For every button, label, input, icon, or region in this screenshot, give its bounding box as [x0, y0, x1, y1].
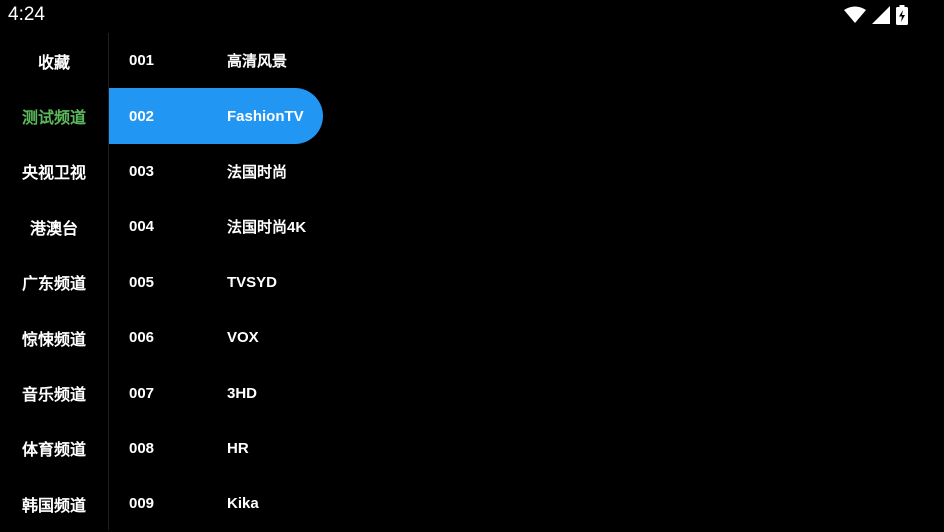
- channel-name: 3HD: [227, 384, 258, 402]
- channel-name: 法国时尚: [227, 163, 288, 181]
- status-icons: [844, 5, 908, 25]
- battery-charging-icon: [896, 5, 908, 25]
- channel-name: FashionTV: [227, 107, 304, 125]
- category-item-guangdong[interactable]: 广东频道: [0, 255, 108, 310]
- channel-number: 001: [129, 52, 155, 70]
- channel-number: 008: [129, 439, 155, 457]
- channel-number: 005: [129, 273, 155, 291]
- category-list: 收藏 测试频道 央视卫视 港澳台 广东频道 惊悚频道 音乐频道 体育频道 韩国频…: [0, 33, 108, 530]
- category-item-music[interactable]: 音乐频道: [0, 365, 108, 420]
- category-item-cctv-satellite[interactable]: 央视卫视: [0, 144, 108, 199]
- channel-name: Kika: [227, 495, 259, 513]
- channel-row[interactable]: 004 法国时尚4K: [109, 199, 323, 254]
- channel-list: 001 高清风景 002 FashionTV 003 法国时尚 004 法国时尚…: [109, 33, 369, 530]
- channel-name: VOX: [227, 329, 259, 347]
- status-bar: 4:24: [0, 0, 944, 32]
- cellular-signal-icon: [872, 6, 890, 24]
- category-item-sports[interactable]: 体育频道: [0, 421, 108, 476]
- channel-row[interactable]: 009 Kika: [109, 476, 323, 531]
- category-item-thriller[interactable]: 惊悚频道: [0, 310, 108, 365]
- channel-number: 007: [129, 384, 155, 402]
- channel-number: 004: [129, 218, 155, 236]
- channel-number: 002: [129, 107, 155, 125]
- channel-row[interactable]: 008 HR: [109, 421, 323, 476]
- channel-row[interactable]: 007 3HD: [109, 365, 323, 420]
- category-item-hk-macau-taiwan[interactable]: 港澳台: [0, 199, 108, 254]
- channel-name: HR: [227, 439, 249, 457]
- channel-row-selected[interactable]: 002 FashionTV: [109, 88, 323, 144]
- category-item-test-channels[interactable]: 测试频道: [0, 88, 108, 143]
- category-item-favorites[interactable]: 收藏: [0, 33, 108, 88]
- channel-name: 高清风景: [227, 53, 288, 71]
- channel-number: 009: [129, 495, 155, 513]
- channel-number: 003: [129, 162, 155, 180]
- category-item-korea[interactable]: 韩国频道: [0, 476, 108, 531]
- channel-row[interactable]: 001 高清风景: [109, 33, 323, 88]
- channel-name: TVSYD: [227, 273, 278, 291]
- channel-name: 法国时尚4K: [227, 219, 307, 237]
- channel-row[interactable]: 006 VOX: [109, 310, 323, 365]
- channel-number: 006: [129, 329, 155, 347]
- wifi-icon: [844, 6, 866, 24]
- channel-row[interactable]: 003 法国时尚: [109, 144, 323, 199]
- clock: 4:24: [8, 4, 45, 25]
- channel-row[interactable]: 005 TVSYD: [109, 255, 323, 310]
